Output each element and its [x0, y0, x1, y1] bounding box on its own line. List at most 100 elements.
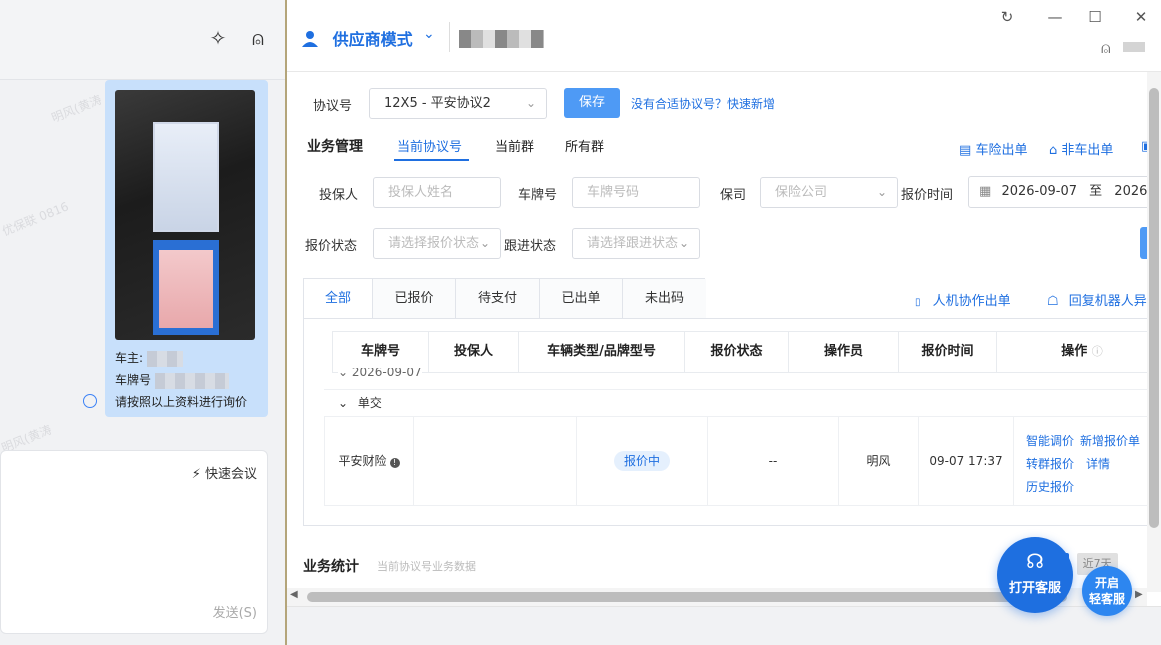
refresh-icon[interactable]: ↻: [993, 6, 1021, 28]
tab-current-agreement[interactable]: 当前协议号: [397, 136, 462, 155]
plate-line: 车牌号: [115, 371, 229, 389]
cell-operator: 明风: [839, 417, 919, 505]
scrollbar-thumb[interactable]: [307, 592, 1067, 602]
follow-status-select[interactable]: 请选择跟进状态 ⌄: [572, 228, 700, 259]
chat-header: ✧ ⍝: [0, 0, 285, 80]
add-user-icon[interactable]: ⍝: [246, 26, 270, 50]
insurer-select[interactable]: 保险公司 ⌄: [760, 177, 898, 208]
col-quote-time: 报价时间: [899, 332, 997, 372]
date-range-picker[interactable]: ▦ 2026-09-07 至 2026-09-: [968, 176, 1161, 208]
robot-icon: ☖: [1047, 294, 1059, 309]
insured-label: 投保人: [319, 188, 359, 203]
new-quote-link[interactable]: 新增报价单: [1080, 432, 1140, 449]
quick-meeting-button[interactable]: ⚡ 快速会议: [192, 463, 257, 482]
document-icon: ▤: [959, 143, 972, 158]
chevron-down-icon[interactable]: ⌄: [423, 26, 435, 42]
info-icon[interactable]: !: [389, 458, 400, 468]
active-tab-indicator: [394, 159, 469, 161]
close-icon[interactable]: ✕: [1127, 6, 1155, 28]
redacted-owner: [146, 350, 183, 367]
scroll-right-icon[interactable]: ▶: [1135, 589, 1143, 600]
license-photo[interactable]: [115, 90, 255, 340]
agreement-value: 12X5 - 平安协议2: [384, 96, 491, 111]
license-card-back: [153, 240, 219, 335]
plate-input[interactable]: 车牌号码: [572, 177, 700, 208]
minimize-icon[interactable]: —: [1041, 6, 1069, 28]
status-tab-quoted[interactable]: 已报价: [373, 279, 456, 319]
redacted-plate: [154, 372, 229, 389]
col-plate: 车牌号: [333, 332, 429, 372]
open-customer-service-button[interactable]: ☊ 打开客服: [997, 537, 1073, 613]
insurer-name: 平安财险: [338, 454, 387, 468]
quote-status-select[interactable]: 请选择报价状态 ⌄: [373, 228, 501, 259]
non-car-issue-button[interactable]: ⌂ 非车出单: [1049, 139, 1113, 158]
date-separator: 至: [1089, 184, 1103, 199]
scroll-left-icon[interactable]: ◀: [290, 589, 298, 600]
transfer-quote-link[interactable]: 转群报价: [1026, 455, 1074, 472]
cell-time: 09-07 17:37: [919, 417, 1014, 505]
status-tab-all[interactable]: 全部: [304, 279, 373, 319]
chevron-down-icon: ⌄: [876, 185, 887, 199]
tab-current-group[interactable]: 当前群: [495, 136, 534, 155]
insured-input[interactable]: 投保人姓名: [373, 177, 501, 208]
maximize-icon[interactable]: ☐: [1081, 6, 1109, 28]
stats-subtitle: 当前协议号业务数据: [377, 560, 476, 573]
account-icon[interactable]: ⍝: [1101, 38, 1119, 57]
group-row[interactable]: ⌄ 单交: [324, 389, 1160, 417]
group-date[interactable]: ⌄ 2026-09-07: [338, 368, 422, 380]
chevron-down-icon: ⌄: [479, 229, 490, 258]
quote-table: 车牌号 投保人 车辆类型/品牌型号 报价状态 操作员 报价时间 操作 ⓘ ⌄ 2…: [303, 318, 1161, 526]
table-header: 车牌号 投保人 车辆类型/品牌型号 报价状态 操作员 报价时间 操作 ⓘ: [332, 331, 1160, 373]
plate-filter-label: 车牌号: [518, 188, 558, 203]
sparkle-icon[interactable]: ✧: [206, 26, 230, 50]
insurer-placeholder: 保险公司: [775, 185, 828, 200]
status-badge: 报价中: [613, 451, 670, 471]
cell-empty: [414, 417, 577, 505]
tab-all-groups[interactable]: 所有群: [565, 136, 604, 155]
owner-label: 车主:: [115, 351, 144, 365]
user-icon: [302, 31, 318, 47]
message-composer[interactable]: ⚡ 快速会议 发送(S): [0, 450, 268, 634]
col-quote-status: 报价状态: [685, 332, 789, 372]
status-tab-issued[interactable]: 已出单: [540, 279, 623, 319]
light-customer-service-button[interactable]: 开启 轻客服: [1082, 566, 1132, 616]
lightning-icon: ⚡: [191, 467, 201, 482]
human-machine-label: 人机协作出单: [932, 294, 1011, 309]
quote-status-placeholder: 请选择报价状态: [388, 236, 480, 251]
cell-status: 报价中: [577, 417, 708, 505]
stats-title: 业务统计: [303, 559, 359, 575]
quote-time-label: 报价时间: [901, 188, 954, 203]
quote-status-label: 报价状态: [305, 239, 358, 254]
details-link[interactable]: 详情: [1086, 455, 1110, 472]
save-button[interactable]: 保存: [564, 88, 620, 118]
chat-pane: ✧ ⍝ 明风(黄涛 优保联 0816 明风(黄涛 车主: 车牌号 请按照以上资料…: [0, 0, 285, 645]
history-quote-link[interactable]: 历史报价: [1026, 478, 1074, 495]
mode-selector[interactable]: 供应商模式: [301, 26, 413, 50]
status-tab-pending-payment[interactable]: 待支付: [456, 279, 540, 319]
status-tab-no-code[interactable]: 未出码: [623, 279, 706, 319]
col-operator: 操作员: [789, 332, 899, 372]
status-tabs: 全部 已报价 待支付 已出单 未出码: [303, 278, 706, 319]
vertical-scrollbar[interactable]: [1147, 72, 1161, 592]
quick-add-agreement-link[interactable]: 没有合适协议号？快速新增: [631, 95, 775, 112]
light-cs-line1: 开启: [1094, 576, 1119, 590]
tab-business-management[interactable]: 业务管理: [307, 136, 363, 156]
light-cs-line2: 轻客服: [1088, 592, 1125, 606]
agreement-select[interactable]: 12X5 - 平安协议2 ⌄: [369, 88, 547, 119]
send-button[interactable]: 发送(S): [213, 602, 257, 621]
col-vehicle: 车辆类型/品牌型号: [519, 332, 685, 372]
smart-adjust-link[interactable]: 智能调价: [1026, 432, 1074, 449]
chevron-down-icon: ⌄: [338, 396, 349, 410]
col-insured: 投保人: [429, 332, 519, 372]
col-actions-label: 操作: [1061, 344, 1088, 359]
car-insurance-issue-button[interactable]: ▤ 车险出单: [959, 139, 1027, 158]
follow-status-placeholder: 请选择跟进状态: [587, 236, 679, 251]
title-bar: 供应商模式 ⌄ ↻ — ☐ ✕ ⍝: [287, 0, 1161, 72]
col-actions: 操作 ⓘ: [997, 332, 1160, 372]
human-machine-issue-button[interactable]: ▯ 人机协作出单: [915, 290, 1011, 309]
redacted-username: [1123, 42, 1145, 52]
group-type: 单交: [357, 396, 382, 410]
scrollbar-thumb[interactable]: [1149, 88, 1159, 528]
info-icon[interactable]: ⓘ: [1092, 345, 1103, 358]
reply-robot-button[interactable]: ☖ 回复机器人异: [1047, 290, 1147, 309]
